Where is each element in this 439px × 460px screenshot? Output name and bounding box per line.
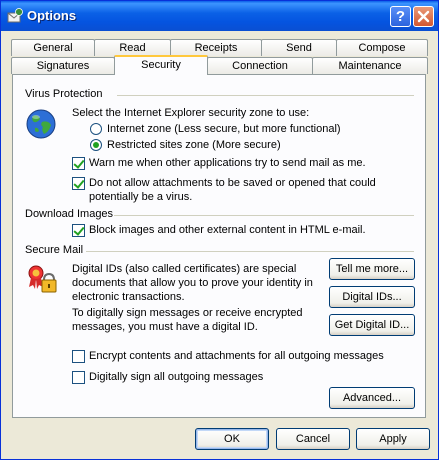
encrypt-outgoing-label[interactable]: Encrypt contents and attachments for all… [89, 350, 384, 362]
warn-send-mail-checkbox[interactable] [72, 157, 85, 170]
tab-send[interactable]: Send [261, 39, 337, 56]
tab-receipts[interactable]: Receipts [170, 39, 262, 56]
advanced-button[interactable]: Advanced... [329, 387, 415, 409]
restricted-zone-label[interactable]: Restricted sites zone (More secure) [107, 139, 281, 151]
block-images-label[interactable]: Block images and other external content … [89, 224, 366, 236]
block-attachments-label-cont: potentially be a virus. [89, 191, 193, 203]
tab-signatures[interactable]: Signatures [11, 57, 115, 74]
block-attachments-checkbox[interactable] [72, 177, 85, 190]
sign-outgoing-label[interactable]: Digitally sign all outgoing messages [89, 371, 263, 383]
block-attachments-label[interactable]: Do not allow attachments to be saved or … [89, 177, 376, 189]
download-images-heading: Download Images [25, 208, 114, 220]
block-images-checkbox[interactable] [72, 224, 85, 237]
window-title: Options [27, 8, 77, 23]
zone-prompt: Select the Internet Explorer security zo… [72, 107, 310, 119]
secure-desc-line3: electronic transactions. [72, 291, 185, 303]
secure-desc-line1: Digital IDs (also called certificates) a… [72, 263, 297, 275]
encrypt-outgoing-checkbox[interactable] [72, 350, 85, 363]
get-digital-id-button[interactable]: Get Digital ID... [329, 314, 415, 336]
close-icon [417, 10, 430, 23]
restricted-zone-radio[interactable] [90, 139, 102, 151]
warn-send-mail-label[interactable]: Warn me when other applications try to s… [89, 157, 366, 169]
tab-maintenance[interactable]: Maintenance [312, 57, 428, 74]
virus-protection-heading: Virus Protection [25, 88, 103, 100]
options-app-icon [7, 8, 23, 23]
tab-security[interactable]: Security [114, 55, 208, 75]
secure-desc-line2: documents that allow you to prove your i… [72, 277, 313, 289]
sign-outgoing-checkbox[interactable] [72, 371, 85, 384]
secure-desc-line4: To digitally sign messages or receive en… [72, 307, 303, 319]
close-button[interactable] [413, 6, 434, 27]
globe-icon [26, 109, 56, 139]
certificate-lock-icon [28, 265, 57, 293]
tab-connection[interactable]: Connection [207, 57, 313, 74]
tab-compose[interactable]: Compose [336, 39, 428, 56]
ok-button[interactable]: OK [195, 428, 269, 450]
virus-divider [117, 95, 414, 96]
tell-me-more-button[interactable]: Tell me more... [329, 258, 415, 280]
secure-mail-heading: Secure Mail [25, 244, 84, 256]
internet-zone-label[interactable]: Internet zone (Less secure, but more fun… [107, 123, 341, 135]
secure-divider [86, 251, 414, 252]
tab-read[interactable]: Read [94, 39, 171, 56]
tab-general[interactable]: General [11, 39, 95, 56]
secure-desc-line5: messages, you must have a digital ID. [72, 321, 258, 333]
help-button[interactable]: ? [390, 6, 411, 27]
images-divider [114, 215, 414, 216]
cancel-button[interactable]: Cancel [276, 428, 350, 450]
options-window: Options ? General Read Receipts Send Com… [0, 0, 439, 460]
title-bar[interactable]: Options ? [1, 1, 438, 31]
internet-zone-radio[interactable] [90, 123, 102, 135]
apply-button[interactable]: Apply [356, 428, 430, 450]
digital-ids-button[interactable]: Digital IDs... [329, 286, 415, 308]
